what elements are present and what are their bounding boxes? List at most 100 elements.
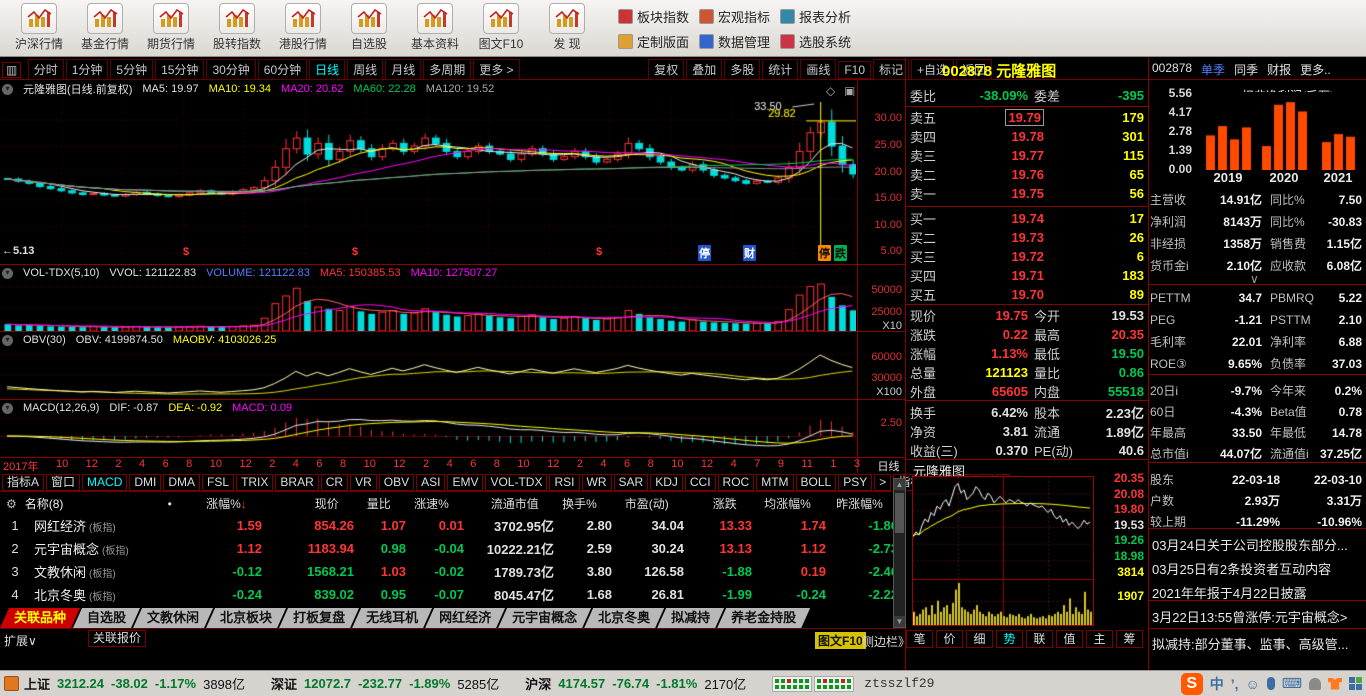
emoji-icon[interactable]: ☺: [1245, 676, 1259, 692]
mic-icon[interactable]: [1267, 677, 1275, 690]
chart-tool-tab[interactable]: 叠加: [686, 59, 722, 80]
indicator-tab[interactable]: KDJ: [650, 474, 683, 491]
indicator-tab[interactable]: DMA: [163, 474, 200, 491]
toolbar-button[interactable]: 基金行情: [72, 3, 138, 52]
toolbar-button[interactable]: 自选股: [336, 3, 402, 52]
mini-toolbar-button[interactable]: 定制版面: [618, 32, 689, 51]
col-header[interactable]: 涨跌: [669, 495, 737, 512]
group-tab[interactable]: 无线耳机: [352, 608, 432, 628]
indicator-tab[interactable]: VR: [350, 474, 377, 491]
indicator-tab[interactable]: BOLL: [796, 474, 837, 491]
toolbar-button[interactable]: 沪深行情: [6, 3, 72, 52]
collapse-icon[interactable]: ▾: [2, 268, 13, 279]
report-tab[interactable]: 单季: [1201, 61, 1225, 78]
indicator-tab[interactable]: PSY: [838, 474, 872, 491]
period-tab[interactable]: 月线: [385, 59, 421, 80]
keyboard-icon[interactable]: ⌨: [1282, 675, 1302, 692]
ask-row[interactable]: 卖四19.78301: [906, 127, 1148, 146]
group-tab[interactable]: 拟减持: [657, 608, 724, 628]
period-tab[interactable]: 30分钟: [206, 59, 255, 80]
chart-tool-tab[interactable]: F10: [838, 61, 871, 79]
index-quote[interactable]: 上证 3212.24 -38.02 -1.17% 3898亿: [24, 674, 245, 693]
volume-canvas[interactable]: [0, 280, 856, 331]
col-header[interactable]: 市盈(动): [597, 495, 669, 512]
scroll-down-icon[interactable]: ▼: [894, 616, 905, 627]
toolbar-button[interactable]: 发 现: [534, 3, 600, 52]
mini-tab[interactable]: 细: [966, 630, 993, 648]
group-tab[interactable]: 元宇宙概念: [498, 608, 591, 628]
stock-title[interactable]: 002878 元隆雅图: [942, 60, 1056, 81]
indicator-tab[interactable]: BRAR: [275, 474, 318, 491]
indicator-tab[interactable]: CR: [321, 474, 348, 491]
group-tab[interactable]: 养老金持股: [717, 608, 810, 628]
connection-icon[interactable]: [4, 676, 19, 691]
expand-button[interactable]: 扩展∨: [4, 632, 37, 649]
indicator-tab[interactable]: 指标A: [2, 474, 44, 491]
linked-quote-tab[interactable]: 关联报价: [88, 630, 146, 647]
chart-tool-tab[interactable]: 画线: [800, 59, 836, 80]
col-header-name[interactable]: 名称(8): [21, 495, 155, 512]
chart-tool-tab[interactable]: 统计: [762, 59, 798, 80]
collapse-icon[interactable]: ▾: [2, 335, 13, 346]
group-tab[interactable]: 文教休闲: [133, 608, 213, 628]
mini-tab[interactable]: 值: [1056, 630, 1083, 648]
mini-toolbar-button[interactable]: 报表分析: [780, 7, 851, 26]
period-tab[interactable]: 日线: [309, 59, 345, 80]
limit-up-flash[interactable]: 3月22日13:55曾涨停:元宇宙概念>: [1152, 607, 1364, 626]
window-layout-icon[interactable]: ▥: [2, 62, 21, 78]
bid-row[interactable]: 买四19.71183: [906, 266, 1148, 285]
table-row[interactable]: 3 文教休闲(板指) -0.12 1568.21 1.03 -0.02 1789…: [0, 560, 905, 583]
sogou-logo-icon[interactable]: S: [1181, 673, 1203, 695]
punctuation-icon[interactable]: ’,: [1231, 676, 1239, 692]
group-tab[interactable]: 关联品种: [0, 608, 80, 628]
indicator-tab[interactable]: >: [874, 474, 891, 491]
main-kline-canvas[interactable]: [0, 96, 856, 260]
indicator-tab[interactable]: RSI: [549, 474, 579, 491]
period-tab[interactable]: 周线: [347, 59, 383, 80]
table-row[interactable]: 1 网红经济(板指) 1.59 854.26 1.07 0.01 3702.95…: [0, 514, 905, 537]
mini-tab[interactable]: 联: [1026, 630, 1053, 648]
ask-row[interactable]: 卖三19.77115: [906, 146, 1148, 165]
col-header[interactable]: 涨幅%↓: [185, 495, 247, 512]
period-tab[interactable]: 多周期: [423, 59, 471, 80]
group-tab[interactable]: 打板复盘: [279, 608, 359, 628]
table-row[interactable]: 2 元宇宙概念(板指) 1.12 1183.94 0.98 -0.04 1022…: [0, 537, 905, 560]
dividend-marker[interactable]: $: [352, 246, 358, 258]
toolbar-button[interactable]: 港股行情: [270, 3, 336, 52]
period-tab[interactable]: 分时: [28, 59, 64, 80]
mini-tab[interactable]: 主: [1086, 630, 1113, 648]
event-tag[interactable]: 财: [743, 245, 756, 261]
table-row[interactable]: 4 北京冬奥(板指) -0.24 839.02 0.95 -0.07 8045.…: [0, 583, 905, 606]
event-tag[interactable]: 停: [818, 245, 831, 261]
indicator-tab[interactable]: EMV: [447, 474, 483, 491]
scroll-up-icon[interactable]: ▲: [894, 479, 905, 490]
report-tab[interactable]: 财报: [1267, 61, 1291, 78]
indicator-tab[interactable]: MACD: [82, 474, 127, 491]
group-tab[interactable]: 北京冬奥: [584, 608, 664, 628]
indicator-tab[interactable]: VOL-TDX: [485, 474, 547, 491]
index-quote[interactable]: 沪深 4174.57 -76.74 -1.81% 2170亿: [525, 674, 746, 693]
news-item[interactable]: 03月24日关于公司控股股东部分...: [1152, 535, 1364, 554]
ask-row[interactable]: 卖五19.79179: [906, 108, 1148, 127]
mini-tab[interactable]: 势: [996, 630, 1023, 648]
event-tag[interactable]: 停: [698, 245, 711, 261]
indicator-tab[interactable]: OBV: [379, 474, 414, 491]
col-header[interactable]: 昨涨幅%: [811, 495, 883, 512]
report-tab[interactable]: 同季: [1234, 61, 1258, 78]
col-header[interactable]: 现价: [247, 495, 339, 512]
group-tab[interactable]: 北京板块: [206, 608, 286, 628]
period-tab[interactable]: 15分钟: [155, 59, 204, 80]
vertical-scrollbar[interactable]: ▲ ▼: [893, 478, 906, 628]
dividend-marker[interactable]: $: [596, 246, 602, 258]
mini-toolbar-button[interactable]: 板块指数: [618, 7, 689, 26]
event-tag[interactable]: 跌: [834, 245, 847, 261]
mini-tab[interactable]: 筹: [1116, 630, 1143, 648]
period-tab[interactable]: 更多 >: [473, 59, 519, 80]
report-tab[interactable]: 002878: [1152, 61, 1192, 78]
ask-row[interactable]: 卖二19.7665: [906, 165, 1148, 184]
col-header[interactable]: 流通市值: [449, 495, 539, 512]
indicator-tab[interactable]: WR: [582, 474, 612, 491]
sidebar-toggle[interactable]: 侧边栏》: [862, 633, 910, 650]
grid-menu-icon[interactable]: [1349, 677, 1362, 690]
indicator-tab[interactable]: SAR: [614, 474, 649, 491]
